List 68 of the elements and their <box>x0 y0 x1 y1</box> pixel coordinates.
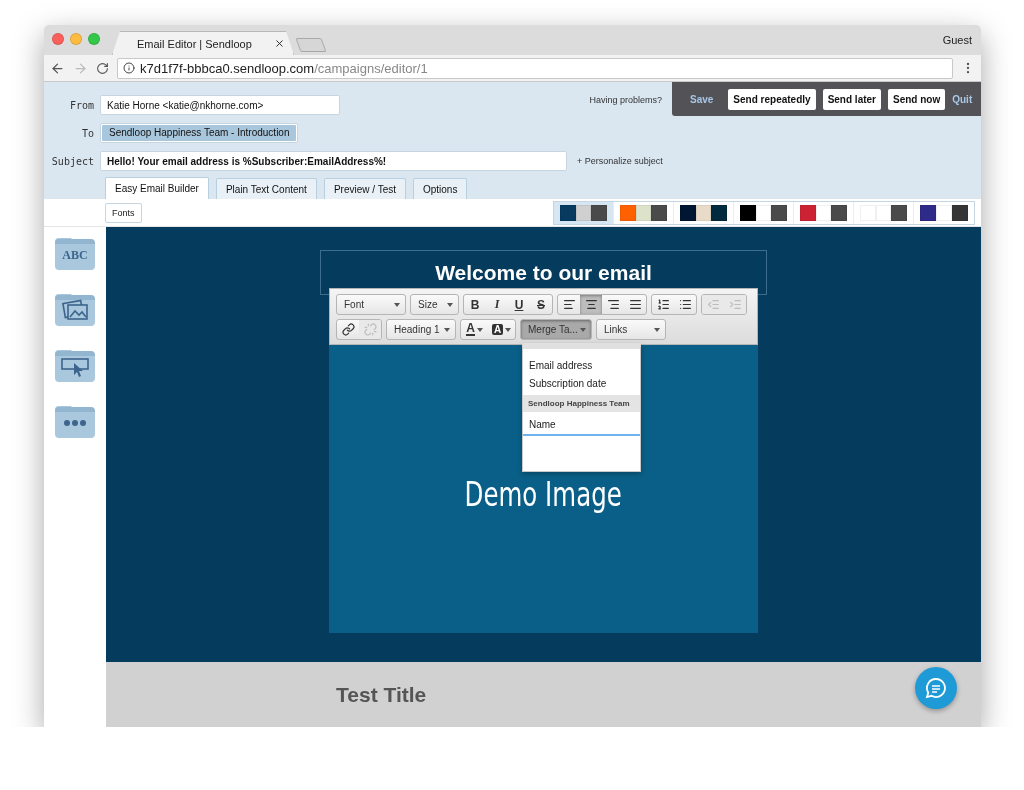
reload-icon[interactable] <box>96 61 109 75</box>
toolbar-dropdown[interactable]: Links <box>596 319 666 340</box>
action-link[interactable]: Save <box>690 93 714 105</box>
personalize-link[interactable]: + Personalize subject <box>577 156 663 166</box>
bullet-list-icon <box>678 298 692 311</box>
image-caption: Demo Image <box>464 474 623 514</box>
indent-icon <box>728 298 742 311</box>
field-label: From <box>68 99 95 111</box>
menu-item[interactable]: Email address <box>523 357 640 375</box>
address-field[interactable]: k7d1f7f-bbbca0.sendloop.com/campaigns/editor/1 <box>117 57 953 79</box>
info-icon[interactable] <box>123 62 135 74</box>
browser-tab[interactable]: Email Editor | Sendloop <box>112 31 294 55</box>
profile-name[interactable]: Guest <box>942 34 972 46</box>
action-button[interactable]: Send repeatedly <box>728 88 816 110</box>
subject-field[interactable]: Hello! Your email address is %Subscriber:EmailAddress%! <box>100 151 567 171</box>
chat-button[interactable] <box>915 667 957 709</box>
menu-item[interactable]: Name <box>523 414 640 436</box>
caret-icon <box>394 302 400 307</box>
help-link[interactable]: Having problems? <box>589 95 662 105</box>
more-blocks-tool[interactable] <box>55 404 95 438</box>
chat-icon <box>925 677 947 699</box>
justify-icon <box>628 298 642 311</box>
bold-button[interactable]: B <box>464 295 486 314</box>
menu-group-header: Sendloop Happiness Team <box>523 395 640 412</box>
align-center-icon <box>584 298 598 311</box>
field-label: To <box>80 127 95 139</box>
close-window-button[interactable] <box>52 33 64 45</box>
to-field[interactable]: Sendloop Happiness Team - Introduction <box>100 123 299 143</box>
outdent-icon <box>706 298 720 311</box>
align-left-icon <box>562 298 576 311</box>
align-center-button[interactable] <box>580 295 602 314</box>
caret-icon <box>505 327 512 332</box>
caret-icon <box>476 327 483 332</box>
action-button[interactable]: Send later <box>822 88 881 110</box>
action-link[interactable]: Quit <box>952 93 973 105</box>
toolbar-dropdown[interactable]: Size <box>410 294 459 315</box>
text-block-tool[interactable]: ABC <box>55 236 95 270</box>
back-icon[interactable] <box>50 60 65 76</box>
toolbar-dropdown[interactable]: Font <box>336 294 406 315</box>
editor-tab[interactable]: Easy Email Builder <box>105 177 209 199</box>
editor-tab[interactable]: Plain Text Content <box>215 178 317 199</box>
strikethrough-button[interactable]: S <box>530 295 552 314</box>
align-right-icon <box>606 298 620 311</box>
color-palette[interactable] <box>554 201 614 224</box>
editor-tab[interactable]: Options <box>412 178 468 199</box>
numbered-list-icon <box>656 298 670 311</box>
fonts-button[interactable]: Fonts <box>105 202 142 223</box>
image-block-tool[interactable] <box>55 292 95 326</box>
button-block-tool[interactable] <box>55 348 95 382</box>
field-label: Subject <box>50 155 95 167</box>
caret-icon <box>447 302 453 307</box>
toolbar-dropdown[interactable]: Merge Ta... <box>520 319 592 340</box>
italic-button[interactable]: I <box>486 295 508 314</box>
background-color-button[interactable]: A <box>488 320 515 339</box>
unlink-icon <box>363 323 377 336</box>
caret-icon <box>580 327 586 332</box>
close-icon[interactable] <box>274 38 285 49</box>
caret-icon <box>654 327 660 332</box>
text-color-button[interactable]: A <box>461 320 488 339</box>
from-field[interactable]: Katie Horne <katie@nkhorne.com> <box>100 95 340 115</box>
action-button[interactable]: Send now <box>888 88 946 110</box>
caret-icon <box>444 327 450 332</box>
section-title: Test Title <box>336 682 427 707</box>
underline-button[interactable]: U <box>508 295 530 314</box>
menu-item[interactable]: Subscription date <box>523 375 640 393</box>
link-icon <box>341 323 355 336</box>
toolbar-dropdown[interactable]: Heading 1 <box>386 319 456 340</box>
editor-tab[interactable]: Preview / Test <box>323 178 406 199</box>
